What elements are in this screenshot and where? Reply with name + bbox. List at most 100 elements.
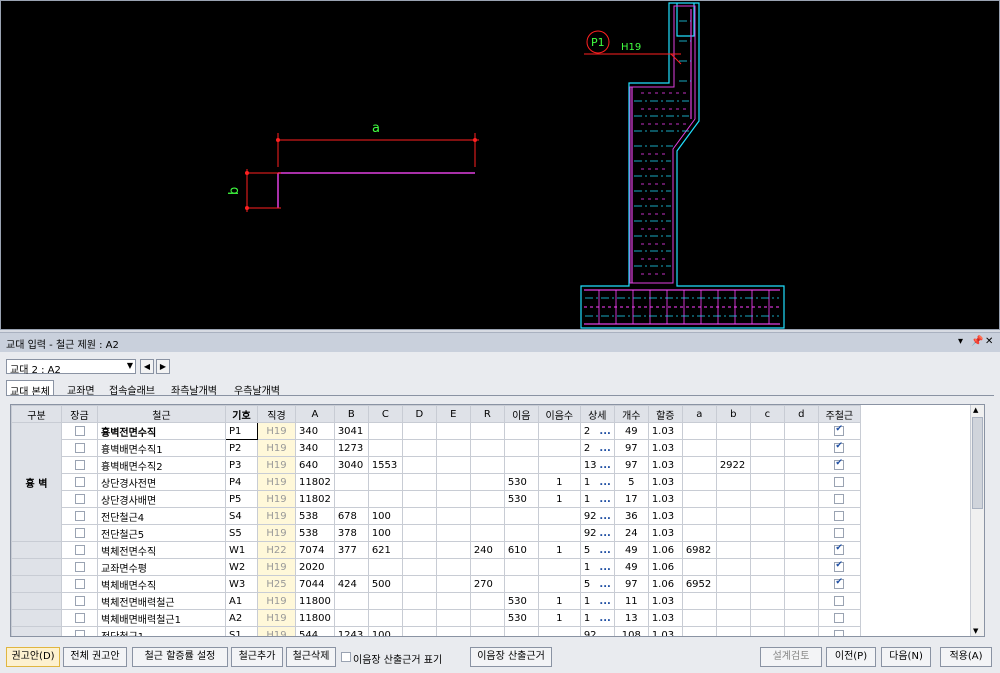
extra-b-cell[interactable]: [715, 490, 751, 508]
joint-count-cell[interactable]: 1: [537, 541, 581, 559]
rebar-diameter-cell[interactable]: H19: [257, 626, 296, 636]
joint-length-cell[interactable]: 530: [503, 473, 539, 491]
main-rebar-checkbox[interactable]: [834, 424, 845, 436]
table-row[interactable]: 교좌면수평 W2 H19 2020 1... 49 1.06: [11, 558, 974, 576]
dim-d-cell[interactable]: [401, 456, 437, 474]
detail-button[interactable]: ...: [599, 562, 610, 573]
main-rebar-cell[interactable]: [817, 541, 861, 559]
dim-d-cell[interactable]: [401, 507, 437, 525]
count-cell[interactable]: 36: [613, 507, 649, 525]
radius-cell[interactable]: [469, 490, 505, 508]
count-cell[interactable]: 13: [613, 609, 649, 627]
count-cell[interactable]: 97: [613, 575, 649, 593]
extra-d-cell[interactable]: [783, 507, 819, 525]
radius-cell[interactable]: 240: [469, 541, 505, 559]
extra-d-cell[interactable]: [783, 422, 819, 440]
rebar-code-cell[interactable]: W2: [225, 558, 258, 576]
extra-a-cell[interactable]: [681, 558, 717, 576]
dim-d-cell[interactable]: [401, 439, 437, 457]
extra-a-cell[interactable]: [681, 456, 717, 474]
col-header[interactable]: 이음: [503, 405, 539, 423]
rate-cell[interactable]: 1.06: [647, 541, 683, 559]
radius-cell[interactable]: [469, 558, 505, 576]
main-rebar-cell[interactable]: [817, 507, 861, 525]
add-rebar-button[interactable]: 철근추가: [231, 647, 283, 667]
extra-d-cell[interactable]: [783, 524, 819, 542]
dim-b-cell[interactable]: 678: [333, 507, 369, 525]
count-cell[interactable]: 11: [613, 592, 649, 610]
dim-b-cell[interactable]: 3040: [333, 456, 369, 474]
dim-e-cell[interactable]: [435, 575, 471, 593]
scroll-down-icon[interactable]: ▼: [973, 627, 978, 635]
joint-length-cell[interactable]: 610: [503, 541, 539, 559]
radius-cell[interactable]: [469, 592, 505, 610]
dim-a-cell[interactable]: 2020: [295, 558, 335, 576]
main-rebar-cell[interactable]: [817, 422, 861, 440]
dim-a-cell[interactable]: 538: [295, 524, 335, 542]
joint-count-cell[interactable]: [537, 439, 581, 457]
count-cell[interactable]: 49: [613, 422, 649, 440]
extra-c-cell[interactable]: [749, 541, 785, 559]
dim-e-cell[interactable]: [435, 541, 471, 559]
radius-cell[interactable]: [469, 626, 505, 636]
main-rebar-cell[interactable]: [817, 609, 861, 627]
prev-abutment-button[interactable]: ◀: [140, 359, 154, 374]
rate-cell[interactable]: 1.06: [647, 575, 683, 593]
col-header[interactable]: B: [333, 405, 369, 423]
dim-c-cell[interactable]: 1553: [367, 456, 403, 474]
all-recommend-button[interactable]: 전체 권고안: [63, 647, 127, 667]
radius-cell[interactable]: [469, 609, 505, 627]
extra-c-cell[interactable]: [749, 592, 785, 610]
lock-checkbox[interactable]: [74, 476, 85, 487]
detail-button[interactable]: ...: [599, 545, 610, 556]
extra-c-cell[interactable]: [749, 490, 785, 508]
dim-d-cell[interactable]: [401, 422, 437, 440]
lock-checkbox-cell[interactable]: [61, 575, 98, 593]
dim-a-cell[interactable]: 11802: [295, 473, 335, 491]
detail-button[interactable]: ...: [599, 511, 610, 522]
extra-b-cell[interactable]: [715, 541, 751, 559]
extra-b-cell[interactable]: 2922: [715, 456, 751, 474]
main-rebar-cell[interactable]: [817, 558, 861, 576]
dim-e-cell[interactable]: [435, 507, 471, 525]
dim-b-cell[interactable]: 378: [333, 524, 369, 542]
col-header[interactable]: a: [681, 405, 717, 423]
extra-a-cell[interactable]: [681, 490, 717, 508]
extra-b-cell[interactable]: [715, 524, 751, 542]
rebar-diameter-cell[interactable]: H19: [257, 592, 296, 610]
rebar-name-cell[interactable]: 상단경사전면: [97, 473, 226, 491]
dim-c-cell[interactable]: [367, 473, 403, 491]
dim-d-cell[interactable]: [401, 626, 437, 636]
dim-b-cell[interactable]: [333, 609, 369, 627]
main-rebar-checkbox[interactable]: [834, 458, 845, 470]
joint-count-cell[interactable]: [537, 507, 581, 525]
extra-b-cell[interactable]: [715, 609, 751, 627]
detail-button[interactable]: ...: [599, 596, 610, 607]
table-row[interactable]: 전단철근4 S4 H19 538 678 100 92... 36 1.03: [12, 507, 974, 525]
rebar-code-cell[interactable]: A1: [225, 592, 258, 610]
main-rebar-cell[interactable]: [817, 575, 861, 593]
extra-a-cell[interactable]: [681, 592, 717, 610]
lock-checkbox[interactable]: [74, 578, 85, 589]
dim-a-cell[interactable]: 340: [295, 439, 335, 457]
joint-length-cell[interactable]: [503, 439, 539, 457]
extra-c-cell[interactable]: [749, 456, 785, 474]
detail-button[interactable]: ...: [599, 528, 610, 539]
lock-checkbox-cell[interactable]: [61, 524, 98, 542]
rate-cell[interactable]: 1.03: [647, 609, 683, 627]
col-header[interactable]: R: [469, 405, 505, 423]
rebar-name-cell[interactable]: 흉벽배면수직2: [97, 456, 226, 474]
lock-checkbox[interactable]: [74, 493, 85, 504]
joint-length-cell[interactable]: 530: [503, 490, 539, 508]
extra-c-cell[interactable]: [749, 507, 785, 525]
radius-cell[interactable]: 270: [469, 575, 505, 593]
joint-length-cell[interactable]: 530: [503, 592, 539, 610]
extra-a-cell[interactable]: [681, 609, 717, 627]
dim-d-cell[interactable]: [401, 490, 437, 508]
extra-b-cell[interactable]: [715, 507, 751, 525]
extra-a-cell[interactable]: [681, 507, 717, 525]
col-header[interactable]: 기호: [225, 405, 258, 423]
lock-checkbox[interactable]: [74, 595, 85, 606]
joint-length-cell[interactable]: 530: [503, 609, 539, 627]
rebar-name-cell[interactable]: 전단철근1: [97, 626, 226, 636]
